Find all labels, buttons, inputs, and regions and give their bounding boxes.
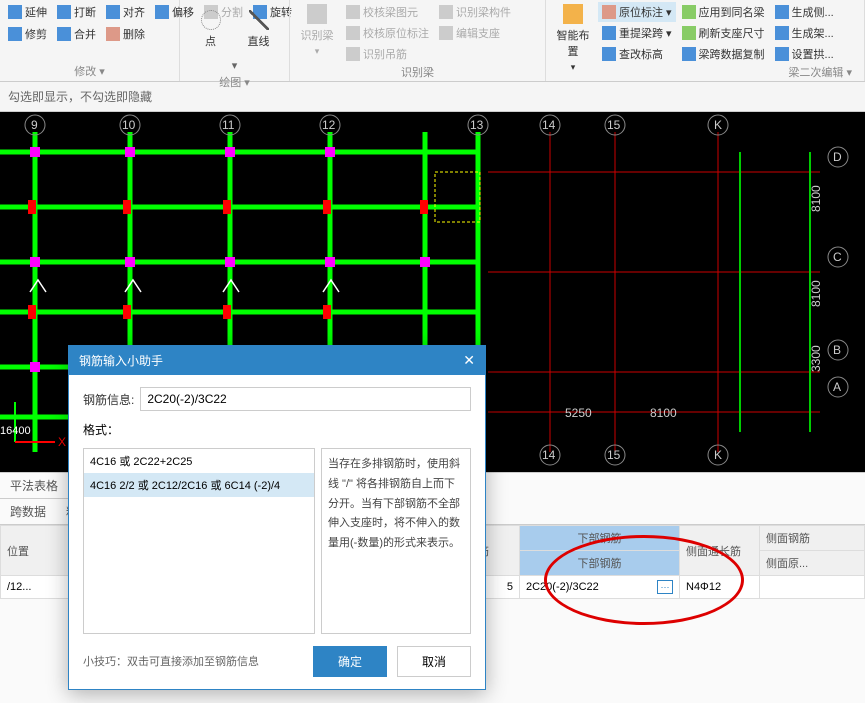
svg-text:11: 11 [222, 118, 235, 132]
svg-text:14: 14 [542, 118, 556, 132]
svg-text:C: C [833, 250, 842, 264]
redo-span-button[interactable]: 重提梁跨 ▾ [598, 23, 676, 43]
apply-same-button[interactable]: 应用到同名梁 [678, 2, 769, 22]
rebar-info-input[interactable] [140, 387, 471, 411]
col-side-orig: 侧面原... [760, 551, 865, 576]
svg-text:12: 12 [322, 118, 336, 132]
span-data-tab[interactable]: 跨数据 [0, 499, 56, 524]
identify-group-label: 识别梁 [294, 62, 541, 80]
draw-group-label[interactable]: 绘图 ▾ [184, 72, 285, 90]
svg-text:8100: 8100 [650, 406, 677, 420]
set-arch-button[interactable]: 设置拱... [771, 44, 838, 64]
identify-hanger-button[interactable]: 识别吊筋 [342, 44, 433, 64]
col-position: 位置 [1, 526, 70, 576]
format-list[interactable]: 4C16 或 2C22+2C25 4C16 2/2 或 2C12/2C16 或 … [83, 448, 315, 634]
svg-text:K: K [714, 448, 722, 462]
identify-beam-button[interactable]: 识别梁▾ [294, 2, 340, 64]
svg-text:A: A [833, 380, 841, 394]
delete-button[interactable]: 删除 [102, 24, 149, 44]
svg-text:9: 9 [31, 118, 38, 132]
dialog-titlebar[interactable]: 钢筋输入小助手 ✕ [69, 346, 485, 375]
svg-text:15: 15 [607, 118, 621, 132]
copy-span-button[interactable]: 梁跨数据复制 [678, 44, 769, 64]
option-bar: 勾选即显示，不勾选即隐藏 [0, 82, 865, 112]
refresh-size-button[interactable]: 刷新支座尺寸 [678, 23, 769, 43]
align-button[interactable]: 对齐 [102, 2, 149, 22]
bottom-rebar-cell[interactable]: 2C20(-2)/3C22 ⋯ [520, 576, 680, 599]
svg-text:16400: 16400 [0, 425, 31, 437]
line-button[interactable]: 直线 [239, 8, 279, 51]
svg-text:K: K [714, 118, 722, 132]
col-side-rebar: 侧面钢筋 [760, 526, 865, 551]
second-edit-group-label[interactable]: 梁二次编辑 ▾ [550, 62, 860, 80]
close-icon[interactable]: ✕ [463, 352, 475, 369]
option-text: 勾选即显示，不勾选即隐藏 [8, 90, 152, 104]
dialog-title-text: 钢筋输入小助手 [79, 352, 163, 369]
merge-button[interactable]: 合并 [53, 24, 100, 44]
svg-text:13: 13 [470, 118, 484, 132]
rebar-helper-dialog: 钢筋输入小助手 ✕ 钢筋信息: 格式： 4C16 或 2C22+2C25 4C1… [68, 345, 486, 690]
svg-text:B: B [833, 343, 841, 357]
ribbon-toolbar: 延伸 打断 对齐 修剪 合并 删除 偏移 分割 旋转 修改 ▾ 点 直线 ▾ 绘… [0, 0, 865, 82]
format-item[interactable]: 4C16 2/2 或 2C12/2C16 或 6C14 (-2)/4 [84, 473, 314, 497]
col-bottom-rebar: 下部钢筋 [520, 551, 680, 576]
svg-text:8100: 8100 [809, 280, 823, 307]
svg-text:8100: 8100 [809, 185, 823, 212]
col-group-bottom: 下部钢筋 [520, 526, 680, 551]
check-origin-button[interactable]: 校核原位标注 [342, 23, 433, 43]
point-button[interactable]: 点 [191, 8, 231, 51]
svg-text:D: D [833, 150, 842, 164]
format-description: 当存在多排钢筋时，使用斜线 "/" 将各排钢筋自上而下分开。当有下部钢筋不全部伸… [321, 448, 471, 634]
svg-text:5250: 5250 [565, 406, 592, 420]
dialog-tip: 小技巧：双击可直接添加至钢筋信息 [83, 653, 259, 669]
cell-expand-button[interactable]: ⋯ [657, 580, 673, 594]
svg-text:10: 10 [122, 118, 136, 132]
ok-button[interactable]: 确定 [313, 646, 387, 677]
format-label: 格式： [83, 423, 119, 437]
rebar-info-label: 钢筋信息: [83, 391, 134, 408]
break-button[interactable]: 打断 [53, 2, 100, 22]
svg-text:X: X [58, 435, 66, 449]
gen-side-button[interactable]: 生成侧... [771, 2, 838, 22]
draw-more-dropdown[interactable]: ▾ [228, 59, 242, 72]
check-element-button[interactable]: 校核梁图元 [342, 2, 433, 22]
trim-button[interactable]: 修剪 [4, 24, 51, 44]
recheck-mark-button[interactable]: 查改标高 [598, 44, 676, 64]
extend-button[interactable]: 延伸 [4, 2, 51, 22]
origin-mark-button[interactable]: 原位标注 ▾ [598, 2, 676, 22]
method-table-label[interactable]: 平法表格 [0, 473, 68, 499]
identify-member-button[interactable]: 识别梁构件 [435, 2, 515, 22]
modify-group-label[interactable]: 修改 ▾ [4, 61, 175, 79]
svg-text:3300: 3300 [809, 345, 823, 372]
col-side-through: 侧面通长筋 [680, 526, 760, 576]
svg-text:14: 14 [542, 448, 556, 462]
gen-frame-button[interactable]: 生成架... [771, 23, 838, 43]
format-item[interactable]: 4C16 或 2C22+2C25 [84, 449, 314, 473]
edit-support-button[interactable]: 编辑支座 [435, 23, 515, 43]
svg-text:15: 15 [607, 448, 621, 462]
cancel-button[interactable]: 取消 [397, 646, 471, 677]
